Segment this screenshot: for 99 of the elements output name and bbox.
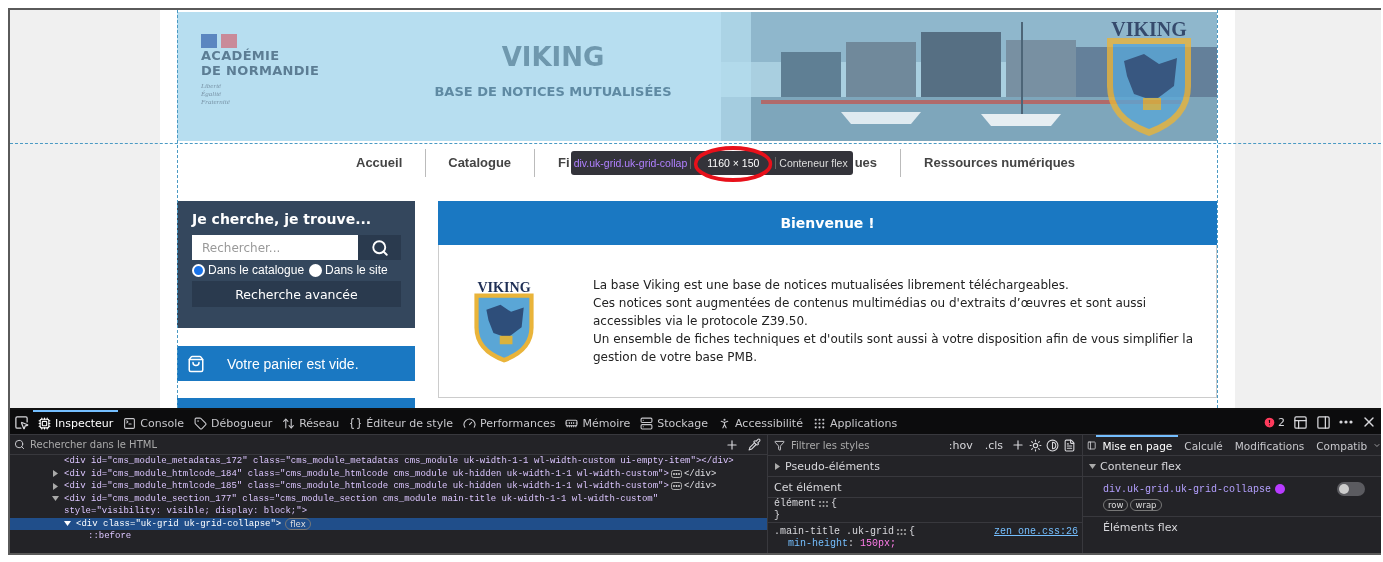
eyedropper-icon[interactable]: [748, 438, 761, 451]
devtools-tab[interactable]: Accessibilité: [713, 410, 808, 434]
advanced-search-button[interactable]: Recherche avancée: [192, 281, 401, 307]
sidebar-toggle-icon[interactable]: [1087, 438, 1097, 452]
site-title: VIKING: [501, 42, 605, 72]
dock-icon: [1316, 414, 1331, 430]
chip-icon: [38, 416, 51, 430]
nav-link[interactable]: Ressources numériques: [924, 155, 1076, 171]
tag-icon: [194, 416, 207, 430]
size-text: 1160 × 150: [707, 156, 760, 169]
radio-label: Dans le site: [325, 263, 388, 277]
gauge-icon: [463, 416, 476, 430]
section-label: Pseudo-éléments: [785, 459, 880, 473]
triangle-right-icon[interactable]: [52, 470, 59, 478]
sun-icon[interactable]: [1029, 438, 1042, 452]
grid-icon: [896, 528, 908, 536]
sidebar-tab[interactable]: Mise en page: [1096, 435, 1179, 455]
nav-link[interactable]: ues: [854, 155, 878, 171]
source-link[interactable]: zen one.css:26: [994, 526, 1082, 538]
radio-label: Dans le catalogue: [208, 263, 305, 277]
code-line[interactable]: style="visibility: visible; display: block;">: [10, 505, 767, 518]
cls-button[interactable]: .cls: [980, 435, 1007, 455]
search-icon: [370, 238, 389, 257]
logo-text: ACADÉMIE: [201, 48, 281, 63]
arrows-icon: [282, 416, 296, 430]
devtools-tab[interactable]: Performances: [458, 410, 561, 434]
radio-button[interactable]: [192, 263, 205, 277]
colon-text: :: [848, 538, 855, 550]
triangle-down-icon[interactable]: [52, 495, 59, 503]
search-icon: [14, 439, 25, 450]
nav-link[interactable]: Fi: [558, 155, 570, 171]
error-icon: [1263, 415, 1276, 429]
person-icon: [718, 416, 731, 430]
grid-icon: [812, 416, 826, 430]
cart-text: Votre panier est vide.: [227, 355, 359, 372]
layout-icon: [1293, 414, 1308, 430]
triangle-down-icon[interactable]: [64, 520, 71, 528]
hov-button[interactable]: :hov: [944, 435, 977, 455]
toggle-switch[interactable]: [1337, 482, 1365, 496]
sidebar-tab[interactable]: Compatib: [1310, 435, 1374, 455]
site-subtitle: BASE DE NOTICES MUTUALISÉES: [434, 84, 672, 99]
html-search-field[interactable]: Rechercher dans le HTML: [28, 438, 722, 451]
code-line[interactable]: ::before: [10, 530, 767, 543]
nav-link[interactable]: Catalogue: [448, 155, 512, 171]
sidebar-tab[interactable]: Calculé: [1178, 435, 1229, 455]
ellipsis-icon[interactable]: [670, 482, 682, 491]
selector-text[interactable]: div.uk-grid.uk-grid-collapse: [1103, 483, 1272, 495]
radio-button[interactable]: [309, 263, 323, 277]
devtools-tab[interactable]: Applications: [807, 410, 903, 434]
devtools-tab[interactable]: Débogueur: [189, 410, 278, 434]
flag-icon: [201, 34, 237, 48]
terminal-icon: [123, 416, 137, 430]
section-label: Conteneur flex: [1100, 459, 1182, 473]
search-button[interactable]: [358, 235, 401, 260]
contrast-icon[interactable]: [1046, 438, 1059, 452]
triangle-down-icon[interactable]: [1089, 462, 1096, 470]
triangle-right-icon[interactable]: [52, 482, 59, 490]
kind-text: Conteneur flex: [779, 156, 848, 169]
code-line[interactable]: <div id="cms_module_htmlcode_185" class="cms_module_htmlcode cms_module uk-hidden uk-width-1-1 wl-width-custom"> </div>: [10, 480, 767, 493]
sidebar-tab[interactable]: Modifications: [1228, 435, 1311, 455]
brace-text: }: [774, 510, 780, 522]
devtools-tab[interactable]: Inspecteur: [33, 410, 119, 434]
logo-text: DE NORMANDIE: [201, 63, 321, 78]
triangle-right-icon[interactable]: [774, 462, 781, 470]
brace-text: {: [909, 526, 916, 538]
welcome-header: Bienvenue !: [438, 201, 1217, 245]
brace-text: {: [831, 498, 838, 510]
add-icon[interactable]: [1011, 438, 1025, 452]
add-icon[interactable]: [725, 437, 739, 452]
grid-icon: [818, 500, 829, 508]
devtools-tab[interactable]: Mémoire: [560, 410, 636, 434]
code-line[interactable]: <div id="cms_module_htmlcode_184" class="cms_module_htmlcode cms_module uk-hidden uk-width-1-1 wl-width-custom"> </div>: [10, 467, 767, 480]
styles-filter-field[interactable]: Filtrer les styles: [789, 438, 941, 452]
nav-link[interactable]: Accueil: [356, 155, 403, 171]
property-value: 150px;: [860, 538, 897, 550]
rule-selector: élément: [774, 498, 816, 510]
welcome-text: La base Viking est une base de notices mutualisées librement téléchargeables. Ces notices sont augmentées de contenus multimédias ou d'extraits d’œuvres et sont aussi accessibles via le protocole Z39.50. Un ensemble de fiches techniques et d'outils sont aussi à votre disposition afin de vous simplifier la gestion de votre base PMB.: [593, 277, 1195, 366]
braces-icon: [349, 416, 363, 430]
selector-text: div.uk-grid.uk-grid-collap: [573, 156, 688, 169]
filter-icon: [774, 439, 785, 451]
code-line[interactable]: <div id="cms_module_metadatas_172" class="cms_module_metadatas cms_module uk-width-1-1 wl-width-custom ui-empty-item"></div>: [10, 455, 767, 468]
devtools-tab[interactable]: Stockage: [635, 410, 713, 434]
bag-icon: [187, 354, 205, 373]
property-name: min-height: [788, 538, 848, 550]
section-label: Cet élément: [774, 480, 842, 494]
storage-icon: [640, 416, 654, 430]
picker-icon: [14, 414, 29, 430]
error-count[interactable]: 2: [1259, 412, 1289, 432]
rule-selector: .main-title .uk-grid: [774, 526, 895, 538]
ellipsis-icon[interactable]: [670, 469, 682, 478]
more-icon: [1339, 420, 1353, 424]
document-icon[interactable]: [1063, 438, 1076, 452]
search-field[interactable]: Rechercher...: [192, 235, 358, 260]
code-line[interactable]: <div id="cms_module_section_177" class="cms_module_section cms_module main-title uk-width-1-1 wl-width-custom": [10, 492, 767, 505]
section-label: Éléments flex: [1103, 520, 1178, 534]
devtools-tab[interactable]: Réseau: [277, 410, 345, 434]
devtools-tab[interactable]: Éditeur de style: [344, 410, 458, 434]
devtools-tab[interactable]: Console: [118, 410, 189, 434]
panel-title: Je cherche, je trouve...: [192, 211, 373, 227]
